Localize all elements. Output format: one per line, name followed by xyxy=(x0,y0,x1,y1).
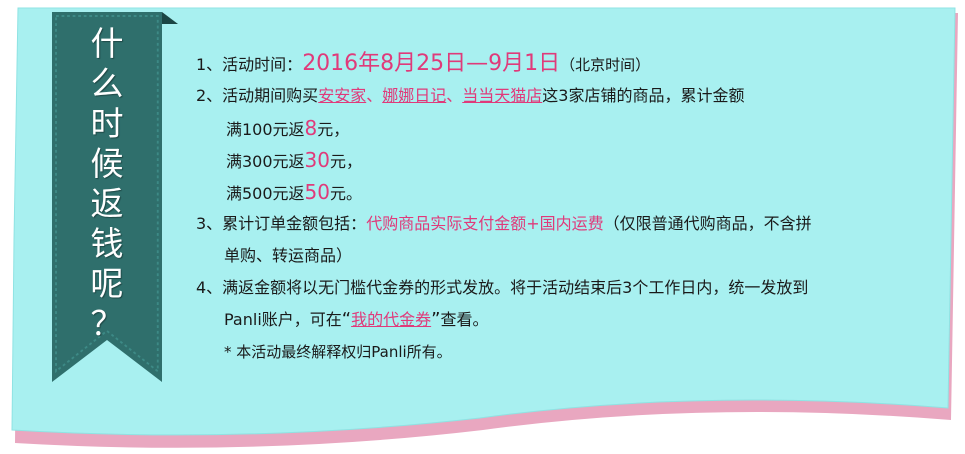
tier-unit: 元。 xyxy=(330,184,363,203)
ribbon-char: 钱 xyxy=(90,224,124,263)
rule-item-time: 1、活动时间：2016年8月25日—9月1日（北京时间） xyxy=(196,48,936,80)
tier-label: 满500元返 xyxy=(226,184,305,203)
store-link-anan[interactable]: 安安家 xyxy=(318,86,366,105)
rule-item-stores: 2、活动期间购买安安家、娜娜日记、当当天猫店这3家店铺的商品，累计金额 xyxy=(196,80,936,112)
rule-voucher-line1: 4、满返金额将以无门槛代金券的形式发放。将于活动结束后3个工作日内，统一发放到 xyxy=(196,278,809,297)
tier-amount: 50 xyxy=(304,180,330,204)
tier-row: 满300元返30元， xyxy=(196,144,936,176)
rule-item-amount-cont: 单购、转运商品） xyxy=(196,240,936,272)
ribbon-char: 呢 xyxy=(90,264,124,303)
rule-amount-line2: 单购、转运商品） xyxy=(224,246,353,265)
ribbon-char: 返 xyxy=(90,184,124,223)
ribbon-char: 时 xyxy=(90,104,124,143)
ribbon-char: 什 xyxy=(90,24,124,63)
ribbon-char: 么 xyxy=(90,64,124,103)
rule-item-voucher: 4、满返金额将以无门槛代金券的形式发放。将于活动结束后3个工作日内，统一发放到 xyxy=(196,272,936,304)
separator: 、 xyxy=(446,86,463,105)
ribbon-char: ？ xyxy=(90,304,124,343)
footnote-text: * 本活动最终解释权归Panli所有。 xyxy=(224,343,452,361)
tier-unit: 元， xyxy=(330,152,363,171)
rule-stores-prefix: 2、活动期间购买 xyxy=(196,86,319,105)
my-voucher-link[interactable]: 我的代金券 xyxy=(351,310,431,329)
store-link-dangdang[interactable]: 当当天猫店 xyxy=(462,86,542,105)
rule-item-voucher-cont: Panli账户，可在“我的代金券”查看。 xyxy=(196,304,936,336)
tier-row: 满100元返8元， xyxy=(196,112,936,144)
rule-voucher-suffix: 查看。 xyxy=(440,310,489,329)
tier-unit: 元， xyxy=(317,120,350,139)
rule-stores-suffix: 这3家店铺的商品，累计金额 xyxy=(542,86,745,105)
rule-time-prefix: 1、活动时间： xyxy=(196,55,303,74)
tier-label: 满100元返 xyxy=(226,120,305,139)
rule-amount-prefix: 3、累计订单金额包括： xyxy=(196,214,367,233)
store-link-nana[interactable]: 娜娜日记 xyxy=(382,86,446,105)
rule-voucher-prefix: Panli账户，可在 xyxy=(224,310,342,329)
rules-content: 1、活动时间：2016年8月25日—9月1日（北京时间） 2、活动期间购买安安家… xyxy=(196,48,936,368)
ribbon-char: 候 xyxy=(90,144,124,183)
tier-label: 满300元返 xyxy=(226,152,305,171)
tier-amount: 30 xyxy=(304,148,330,172)
rule-amount-suffix: （仅限普通代购商品，不含拼 xyxy=(603,214,812,233)
rule-item-amount: 3、累计订单金额包括：代购商品实际支付金额+国内运费（仅限普通代购商品，不含拼 xyxy=(196,208,936,240)
timezone-note: （北京时间） xyxy=(560,56,651,74)
open-quote: “ xyxy=(341,309,352,330)
footnote: * 本活动最终解释权归Panli所有。 xyxy=(196,336,936,368)
tier-amount: 8 xyxy=(304,116,318,140)
amount-highlight: 代购商品实际支付金额+国内运费 xyxy=(366,214,604,233)
tier-row: 满500元返50元。 xyxy=(196,176,936,208)
activity-dates: 2016年8月25日—9月1日 xyxy=(302,51,561,76)
separator: 、 xyxy=(366,86,383,105)
ribbon-title: 什 么 时 候 返 钱 呢 ？ xyxy=(52,24,162,344)
